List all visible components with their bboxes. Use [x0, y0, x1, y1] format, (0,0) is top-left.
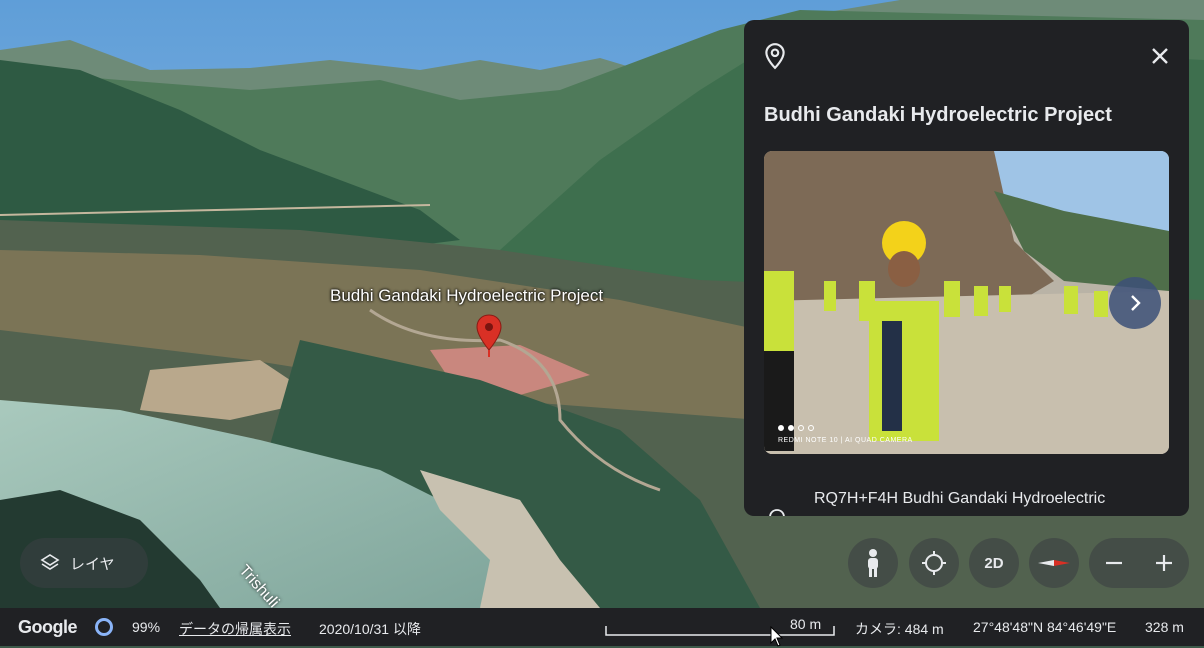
my-location-button[interactable]	[909, 538, 959, 588]
plus-icon	[1156, 555, 1172, 571]
zoom-out-button[interactable]	[1089, 538, 1139, 588]
map-pin-icon[interactable]	[476, 314, 502, 358]
layers-icon	[40, 554, 60, 570]
loading-percent: 99%	[132, 619, 161, 635]
photo-pagination	[778, 425, 814, 431]
pegman-icon	[868, 549, 878, 577]
toggle-2d-button[interactable]: 2D	[969, 538, 1019, 588]
photo-watermark: REDMI NOTE 10 | AI QUAD CAMERA	[778, 437, 913, 444]
compass-button[interactable]	[1029, 538, 1079, 588]
status-bar: Google 99% データの帰属表示 2020/10/31 以降 80 m カ…	[0, 608, 1204, 647]
address-pin-icon	[769, 509, 785, 516]
info-panel: Budhi Gandaki Hydroelectric Project REDM…	[744, 20, 1189, 516]
google-logo: Google	[18, 617, 78, 637]
address-text: RQ7H+F4H Budhi Gandaki Hydroelectric Pro…	[814, 490, 1106, 507]
camera-altitude: カメラ: 484 m	[855, 621, 944, 637]
layers-button[interactable]: レイヤ	[20, 538, 148, 588]
street-view-button[interactable]	[848, 538, 898, 588]
close-icon[interactable]	[1146, 42, 1174, 70]
minus-icon	[1106, 561, 1122, 565]
crosshair-icon	[922, 551, 946, 575]
place-photo[interactable]: REDMI NOTE 10 | AI QUAD CAMERA	[764, 151, 1169, 454]
layers-label: レイヤ	[70, 555, 115, 573]
panel-title: Budhi Gandaki Hydroelectric Project	[764, 104, 1112, 126]
place-label[interactable]: Budhi Gandaki Hydroelectric Project	[330, 286, 603, 306]
zoom-in-button[interactable]	[1139, 538, 1189, 588]
zoom-control	[1089, 538, 1189, 588]
chevron-right-icon	[1131, 295, 1141, 311]
scale-label: 80 m	[790, 616, 822, 632]
mouse-cursor-icon	[770, 626, 784, 647]
loading-ring-icon	[95, 618, 113, 636]
coordinates: 27°48'48"N 84°46'49"E	[973, 619, 1117, 635]
location-pin-icon	[765, 43, 785, 70]
data-attribution-link[interactable]: データの帰属表示	[179, 619, 291, 639]
next-photo-button[interactable]	[1109, 277, 1161, 329]
elevation: 328 m	[1145, 619, 1184, 635]
compass-icon	[1038, 560, 1070, 566]
imagery-date: 2020/10/31 以降	[319, 621, 421, 637]
